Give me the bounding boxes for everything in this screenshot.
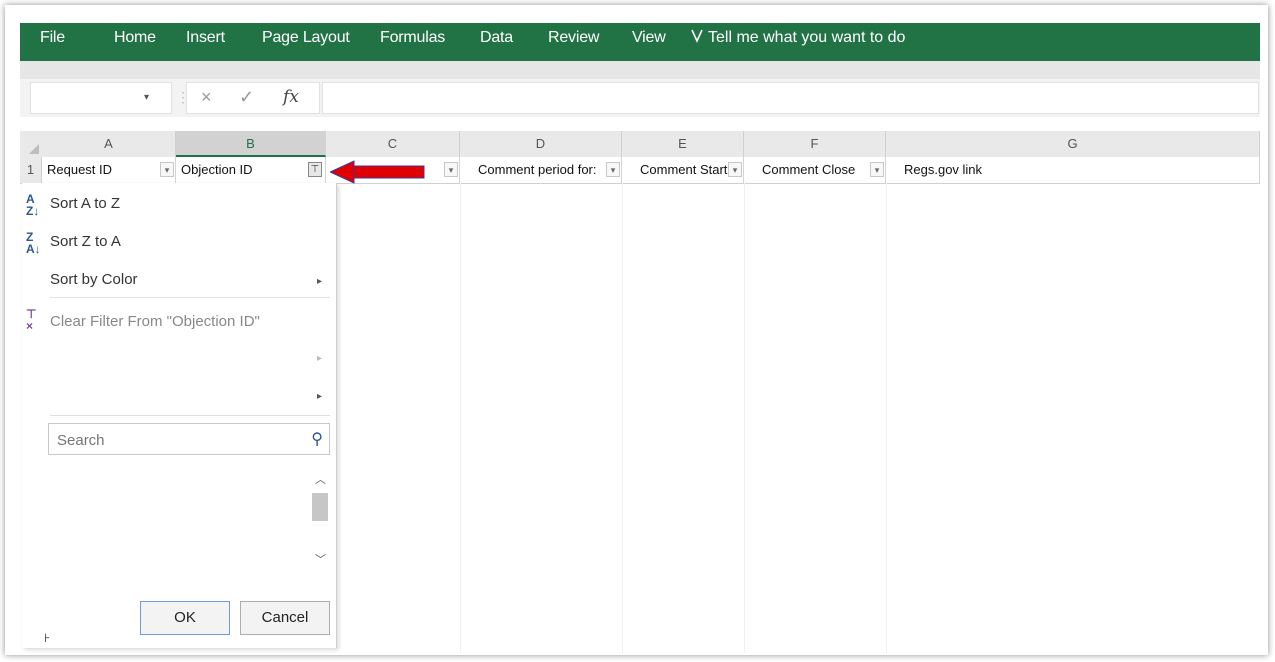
filter-dropdown-c[interactable]: ▾ — [444, 162, 458, 177]
filter-dropdown-e[interactable]: ▾ — [728, 162, 742, 177]
sort-za-icon: Z A↓ — [26, 230, 41, 256]
cell-text: Objection ID — [181, 162, 253, 177]
tab-data[interactable]: Data — [480, 29, 513, 47]
table-row: 1 Request ID Objection ID Comment period… — [20, 157, 1260, 184]
clear-filter-from-objection-id[interactable]: Clear Filter From "Objection ID" — [50, 313, 260, 330]
formula-input[interactable] — [322, 82, 1259, 114]
row-header-1[interactable]: 1 — [20, 157, 42, 183]
cancel-button[interactable]: Cancel — [240, 601, 330, 635]
column-header-f[interactable]: F — [744, 131, 886, 157]
grid-line — [460, 183, 461, 653]
tell-me-text: Tell me what you want to do — [708, 29, 906, 46]
select-all-corner[interactable] — [20, 131, 43, 157]
filter-dropdown-d[interactable]: ▾ — [606, 162, 620, 177]
cancel-entry-icon[interactable]: × — [201, 87, 212, 108]
menu-divider — [50, 415, 330, 416]
cell-d1[interactable]: Comment period for: — [460, 157, 622, 183]
submenu-arrow-icon: ▸ — [316, 391, 322, 402]
submenu-arrow-icon: ▸ — [316, 353, 322, 364]
sort-az-icon: A Z↓ — [26, 192, 40, 218]
ok-button[interactable]: OK — [140, 601, 230, 635]
scroll-thumb[interactable] — [312, 493, 328, 521]
menu-divider — [50, 297, 330, 298]
column-header-b[interactable]: B — [176, 131, 326, 157]
formula-bar: ▾ ⋮ × ✓ fx — [20, 79, 1260, 117]
submenu-arrow-icon: ▸ — [316, 276, 322, 287]
sort-a-to-z[interactable]: Sort A to Z — [50, 195, 120, 212]
column-header-a[interactable]: A — [42, 131, 176, 157]
clear-filter-icon: ⊤ × — [26, 307, 37, 333]
tab-review[interactable]: Review — [548, 29, 599, 47]
grid-line — [744, 183, 745, 653]
ribbon-menu-bar: File Home Insert Page Layout Formulas Da… — [20, 23, 1260, 61]
column-header-d[interactable]: D — [460, 131, 622, 157]
grid-line — [886, 183, 887, 653]
value-list-marker: ⊦ — [44, 631, 51, 645]
tab-insert[interactable]: Insert — [186, 29, 225, 47]
cell-f1[interactable]: Comment Close — [744, 157, 886, 183]
formula-buttons: × ✓ fx — [186, 82, 320, 114]
column-header-e[interactable]: E — [622, 131, 744, 157]
tab-formulas[interactable]: Formulas — [380, 29, 445, 47]
cell-e1[interactable]: Comment Start — [622, 157, 744, 183]
list-scrollbar[interactable]: ︿ ﹀ — [310, 467, 330, 573]
tell-me-box[interactable]: Tell me what you want to do — [690, 29, 905, 47]
cell-text: Comment period for: — [478, 162, 597, 177]
tab-home[interactable]: Home — [114, 29, 156, 47]
tab-page-layout[interactable]: Page Layout — [262, 29, 350, 47]
column-header-c[interactable]: C — [326, 131, 460, 157]
cell-b1[interactable]: Objection ID — [176, 157, 326, 183]
search-input[interactable] — [55, 429, 299, 451]
grid-line — [622, 183, 623, 653]
tab-file[interactable]: File — [40, 29, 65, 47]
filter-dropdown-panel: A Z↓ Sort A to Z Z A↓ Sort Z to A Sort by … — [22, 183, 337, 648]
cell-g1[interactable]: Regs.gov link — [886, 157, 1260, 183]
scroll-up-icon[interactable]: ︿ — [315, 471, 326, 487]
sort-by-color[interactable]: Sort by Color — [50, 271, 138, 288]
insert-function-icon[interactable]: fx — [283, 87, 299, 107]
filter-dropdown-f[interactable]: ▾ — [870, 162, 884, 177]
name-box[interactable]: ▾ — [30, 82, 172, 114]
search-box: ⚲ — [48, 423, 330, 455]
sort-z-to-a[interactable]: Sort Z to A — [50, 233, 121, 250]
filter-active-icon[interactable]: ⊤ — [308, 162, 322, 177]
ribbon-body — [20, 61, 1260, 79]
cell-text: Comment Close — [762, 162, 856, 177]
cell-text: Request ID — [47, 162, 113, 177]
cell-text: Regs.gov link — [904, 162, 983, 177]
lightbulb-icon — [691, 29, 703, 43]
column-header-g[interactable]: G — [886, 131, 1260, 157]
chevron-down-icon[interactable]: ▾ — [144, 92, 149, 103]
search-icon: ⚲ — [311, 431, 323, 448]
cell-text: Comment Start — [640, 162, 728, 177]
scroll-down-icon[interactable]: ﹀ — [315, 551, 326, 567]
tab-view[interactable]: View — [632, 29, 666, 47]
enter-entry-icon[interactable]: ✓ — [239, 87, 254, 108]
red-arrow-annotation — [330, 160, 425, 184]
filter-dropdown-a[interactable]: ▾ — [160, 162, 174, 177]
cell-a1[interactable]: Request ID — [42, 157, 176, 183]
